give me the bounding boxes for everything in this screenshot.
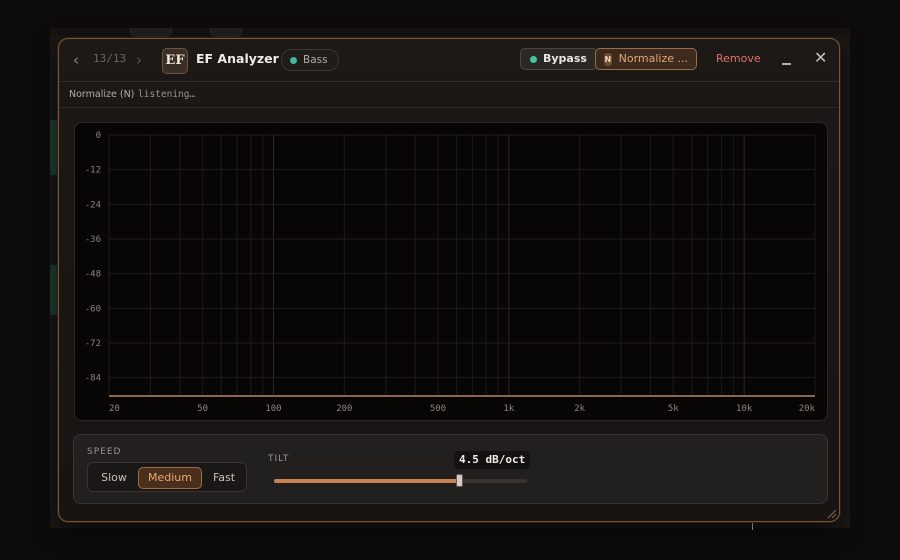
host-tab	[210, 28, 242, 37]
normalize-label: Normalize ...	[618, 52, 688, 65]
db-tick-label: -36	[85, 235, 101, 245]
bypass-button[interactable]: Bypass	[520, 48, 598, 70]
host-tab	[130, 28, 172, 37]
spectrum-analyzer[interactable]: 0 -12 -24 -36 -48 -60 -72 -84 20 50 100 200 500 1k 2k 5…	[74, 122, 828, 421]
close-icon[interactable]: ✕	[814, 48, 827, 67]
minimize-icon[interactable]	[781, 51, 793, 65]
speed-option-slow[interactable]: Slow	[92, 467, 136, 489]
tilt-slider-fill	[274, 479, 459, 483]
db-tick-label: -48	[85, 270, 101, 280]
chevron-left-icon[interactable]: ‹	[73, 51, 79, 69]
bypass-status-dot	[530, 55, 537, 63]
freq-tick-label: 2k	[574, 404, 585, 414]
freq-tick-label: 200	[336, 404, 352, 414]
chevron-right-icon[interactable]: ›	[136, 51, 142, 69]
freq-tick-label: 20k	[799, 404, 816, 414]
db-tick-label: -60	[85, 304, 101, 314]
tilt-value-readout: 4.5 dB/oct	[454, 451, 531, 469]
speed-label: SPEED	[87, 447, 122, 457]
plugin-window: ‹ 13/13 › EF EF Analyzer Bass Bypass N N…	[58, 38, 840, 522]
track-badge-label: Bass	[303, 54, 328, 66]
db-tick-label: -72	[85, 339, 101, 349]
host-side-column	[50, 60, 58, 360]
freq-tick-label: 10k	[736, 404, 753, 414]
speed-option-fast[interactable]: Fast	[204, 467, 244, 489]
freq-tick-label: 20	[109, 404, 120, 414]
freq-tick-label: 100	[265, 404, 281, 414]
title-bar: ‹ 13/13 › EF EF Analyzer Bass Bypass N N…	[59, 39, 839, 82]
freq-tick-label: 5k	[668, 404, 679, 414]
speed-segmented-control: Slow Medium Fast	[87, 462, 247, 492]
plugin-counter: 13/13	[93, 52, 127, 65]
tilt-slider[interactable]	[274, 474, 527, 487]
tilt-slider-thumb[interactable]	[455, 474, 463, 487]
remove-button[interactable]: Remove	[716, 52, 761, 65]
plugin-logo: EF	[162, 48, 188, 74]
db-tick-label: -84	[85, 374, 101, 384]
status-bar: Normalize (N) listening…	[59, 81, 839, 108]
status-key: Normalize (N)	[69, 89, 135, 100]
freq-tick-label: 500	[430, 404, 446, 414]
controls-panel: SPEED Slow Medium Fast TILT 4.5 dB/oct	[73, 434, 828, 504]
track-color-dot	[290, 56, 297, 64]
normalize-button[interactable]: N Normalize ...	[595, 48, 697, 70]
resize-grip-icon[interactable]	[826, 508, 836, 518]
host-track-color	[50, 120, 58, 175]
bypass-label: Bypass	[543, 52, 587, 65]
status-value: listening…	[138, 89, 196, 100]
normalize-shortcut-chip: N	[604, 52, 612, 66]
plugin-title: EF Analyzer	[196, 51, 279, 66]
freq-tick-label: 50	[197, 404, 208, 414]
freq-tick-label: 1k	[503, 404, 514, 414]
track-badge[interactable]: Bass	[281, 49, 339, 71]
host-tab-strip	[50, 28, 850, 37]
spectrum-plot: 0 -12 -24 -36 -48 -60 -72 -84 20 50 100 200 500 1k 2k 5…	[85, 131, 816, 414]
db-tick-label: -24	[85, 200, 101, 210]
host-track-color	[50, 265, 58, 315]
db-tick-label: 0	[96, 131, 101, 141]
db-tick-label: -12	[85, 166, 101, 176]
tilt-label: TILT	[268, 454, 290, 464]
speed-option-medium[interactable]: Medium	[138, 467, 202, 489]
